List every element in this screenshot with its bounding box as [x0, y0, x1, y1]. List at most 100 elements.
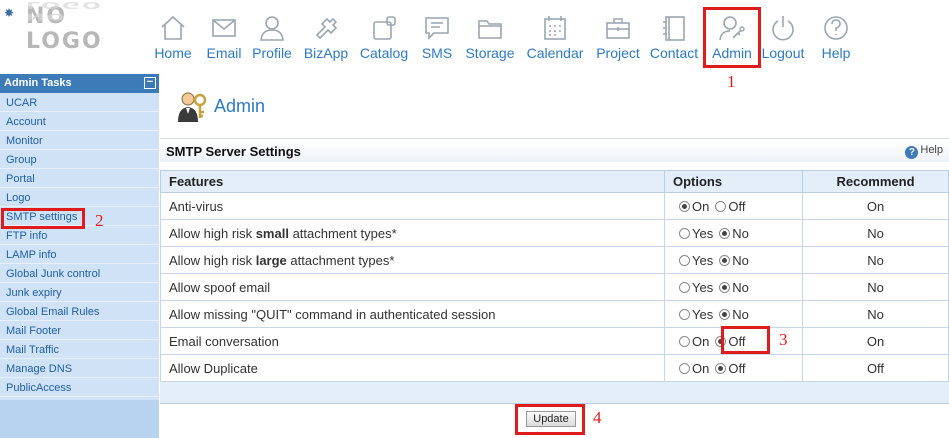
help-link[interactable]: ? Help — [905, 144, 943, 159]
radio-option-1[interactable] — [679, 227, 690, 239]
options-cell: Yes No — [664, 219, 803, 247]
feature-text: Email conversation — [169, 333, 279, 349]
sidebar-item-ucar[interactable]: UCAR — [0, 93, 159, 112]
table-row: Allow high risk small attachment types* Y… — [160, 219, 949, 247]
nav-label: Logout — [761, 45, 805, 61]
radio-option-2[interactable] — [715, 200, 727, 212]
address-book-icon — [663, 16, 685, 41]
sidebar-item-mail-footer[interactable]: Mail Footer — [0, 321, 159, 340]
sidebar-item-lamp-info[interactable]: LAMP info — [0, 245, 159, 264]
options-cell: Yes No — [664, 273, 803, 301]
settings-table: Features Options Recommend Anti-virus On O… — [160, 170, 949, 382]
table-row: Allow missing "QUIT" command in authenti… — [160, 300, 949, 328]
envelope-icon — [212, 19, 236, 37]
nav-label: BizApp — [303, 45, 349, 61]
help-icon: ? — [905, 146, 919, 159]
recommend-cell: No — [802, 219, 949, 247]
radio-option-1[interactable] — [679, 308, 690, 320]
feature-text-suffix: attachment types* — [286, 252, 395, 268]
help-icon — [824, 16, 848, 40]
sidebar-item-account[interactable]: Account — [0, 112, 159, 131]
nav-storage[interactable]: Storage — [462, 10, 518, 66]
sidebar-item-manage-dns[interactable]: Manage DNS — [0, 359, 159, 378]
nav-profile[interactable]: Profile — [248, 10, 296, 66]
sidebar-item-publicaccess[interactable]: PublicAccess — [0, 378, 159, 397]
annotation-3: 3 — [779, 330, 788, 349]
nav-label: Project — [596, 45, 640, 61]
nav-label: Calendar — [526, 45, 584, 61]
radio-option-2[interactable] — [715, 362, 727, 374]
nav-label: Catalog — [359, 45, 409, 61]
table-header-row: Features Options Recommend — [160, 170, 949, 193]
feature-cell: Allow high risk large attachment types* — [160, 246, 665, 274]
sidebar-header: Admin Tasks − — [0, 74, 159, 93]
nav-email[interactable]: Email — [202, 10, 246, 66]
nav-calendar[interactable]: Calendar — [524, 10, 586, 66]
collapse-toggle-icon[interactable]: − — [144, 77, 156, 89]
radio-option-1[interactable] — [679, 362, 690, 374]
radio-option-2[interactable] — [719, 281, 731, 293]
admin-user-key-icon — [174, 90, 208, 129]
feature-emphasis: small — [255, 225, 289, 241]
feature-text-suffix: attachment types* — [288, 225, 397, 241]
sidebar-item-monitor[interactable]: Monitor — [0, 131, 159, 150]
page-title: Admin — [214, 96, 266, 116]
radio-option-2[interactable] — [719, 227, 731, 239]
feature-text: Allow high risk — [169, 252, 256, 268]
nav-label: SMS — [421, 45, 453, 61]
sidebar-item-logo[interactable]: Logo — [0, 188, 159, 207]
radio-option-1[interactable] — [679, 200, 690, 212]
help-label: Help — [920, 144, 943, 156]
recommend-cell: Off — [802, 354, 949, 382]
nav-bizapp[interactable]: BizApp — [300, 10, 352, 66]
radio-label-2: Off — [728, 198, 746, 214]
nav-logout[interactable]: Logout — [758, 10, 808, 66]
nav-label: Email — [206, 45, 242, 61]
nav-label: Home — [154, 45, 192, 61]
radio-option-1[interactable] — [679, 335, 690, 347]
recommend-cell: No — [802, 300, 949, 328]
sidebar-item-global-junk-control[interactable]: Global Junk control — [0, 264, 159, 283]
section-title: SMTP Server Settings — [166, 144, 301, 159]
logo: ✸ NO LOGO NO LOGO — [4, 0, 144, 54]
user-icon — [260, 16, 284, 41]
radio-option-1[interactable] — [679, 281, 690, 293]
sidebar-item-group[interactable]: Group — [0, 150, 159, 169]
nav-help[interactable]: Help — [816, 10, 856, 66]
puzzle-icon — [315, 17, 338, 40]
feature-text: Anti-virus — [169, 198, 224, 214]
radio-label-2: No — [732, 225, 749, 241]
nav-sms[interactable]: SMS — [419, 10, 455, 66]
table-row: Allow high risk large attachment types* Y… — [160, 246, 949, 274]
nav-contact[interactable]: Contact — [648, 10, 700, 66]
feature-cell: Allow Duplicate — [160, 354, 665, 382]
feature-cell: Allow spoof email — [160, 273, 665, 301]
sidebar-item-global-email-rules[interactable]: Global Email Rules — [0, 302, 159, 321]
radio-option-2[interactable] — [719, 254, 731, 266]
feature-text: Allow missing "QUIT" command in authenti… — [169, 306, 496, 322]
sidebar-item-portal[interactable]: Portal — [0, 169, 159, 188]
sidebar-item-junk-expiry[interactable]: Junk expiry — [0, 283, 159, 302]
sidebar-footer — [0, 400, 159, 438]
nav-project[interactable]: Project — [593, 10, 643, 66]
radio-label-1: On — [692, 333, 710, 349]
nav-catalog[interactable]: Catalog — [356, 10, 412, 66]
briefcase-icon — [606, 18, 630, 39]
sidebar: Admin Tasks − UCAR Account Monitor Group Por… — [0, 74, 159, 438]
header-options: Options — [664, 170, 803, 193]
highlight-box-admin — [703, 7, 761, 68]
calendar-icon — [544, 16, 566, 40]
sidebar-item-mail-traffic[interactable]: Mail Traffic — [0, 340, 159, 359]
radio-option-2[interactable] — [719, 308, 731, 320]
radio-label-1: Yes — [692, 225, 714, 241]
annotation-2: 2 — [95, 211, 104, 230]
logo-star-icon: ✸ — [4, 6, 15, 20]
home-icon — [161, 15, 185, 40]
highlight-box-update — [515, 404, 585, 435]
nav-home[interactable]: Home — [152, 10, 194, 66]
recommend-cell: No — [802, 246, 949, 274]
feature-text: Allow Duplicate — [169, 360, 258, 376]
nav-label: Contact — [649, 45, 699, 61]
radio-label-2: No — [732, 306, 749, 322]
radio-option-1[interactable] — [679, 254, 690, 266]
